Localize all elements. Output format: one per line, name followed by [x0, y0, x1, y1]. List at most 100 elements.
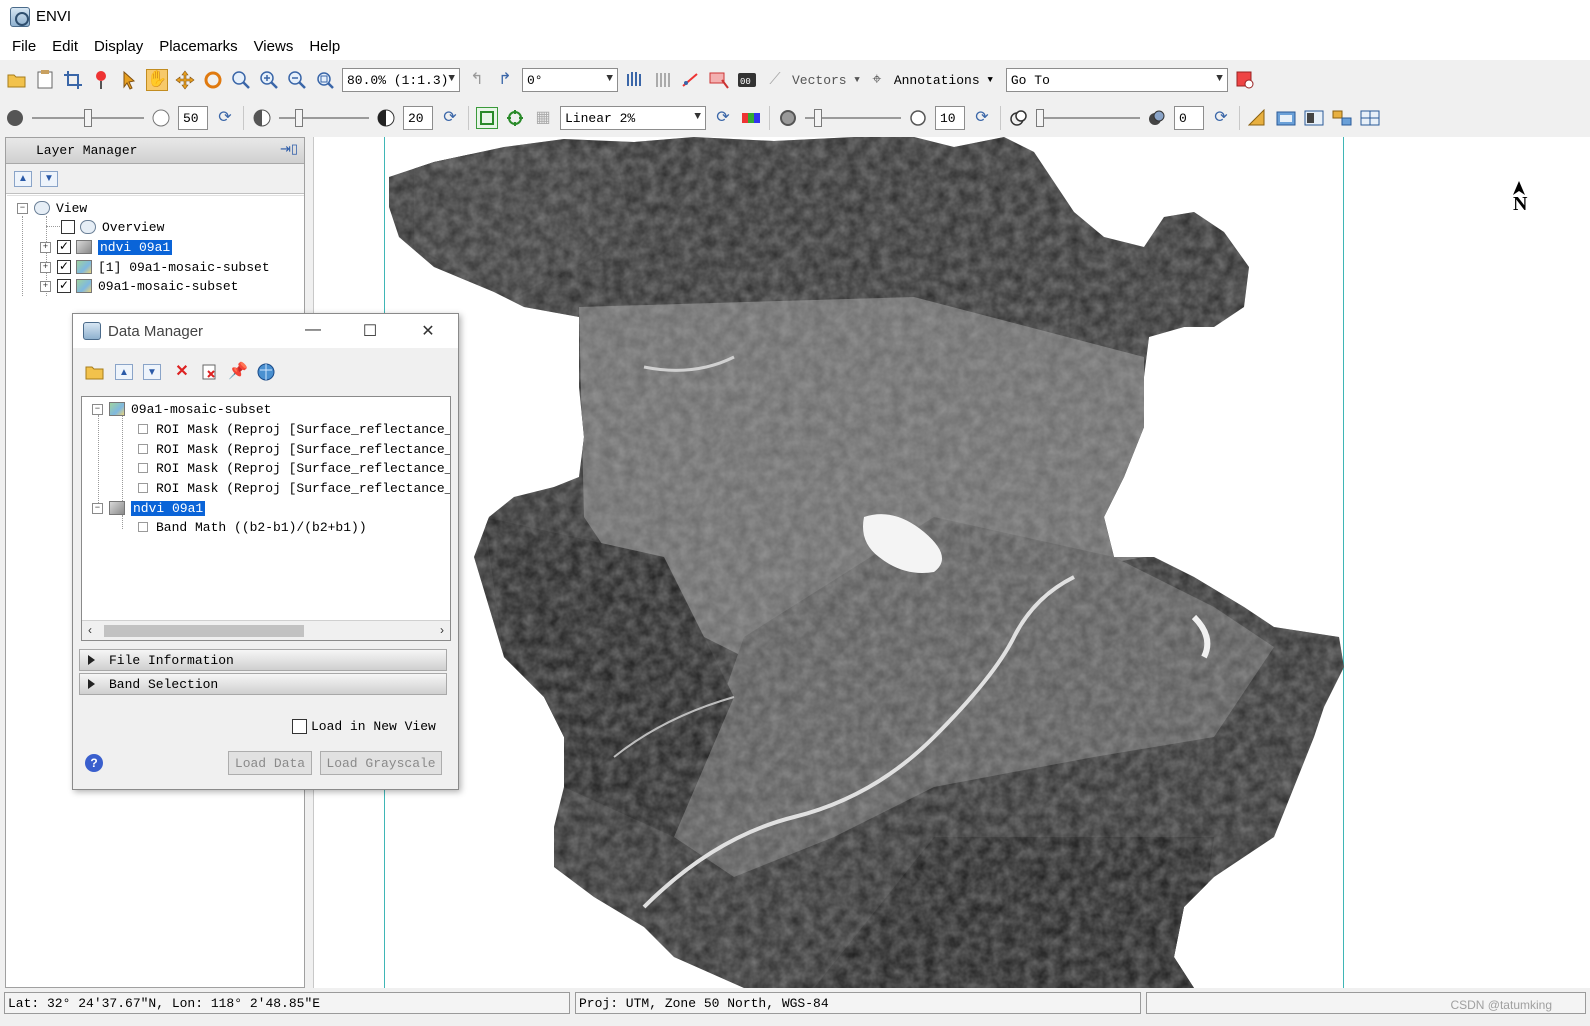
stretch-view-icon[interactable] [476, 107, 498, 129]
data-node-mosaic[interactable]: − 09a1-mosaic-subset [92, 399, 271, 419]
band-checkbox[interactable] [138, 424, 148, 434]
menu-edit[interactable]: Edit [44, 38, 86, 55]
vectors-dropdown[interactable]: Vectors ▼ [792, 73, 860, 88]
close-view-icon[interactable] [1234, 69, 1256, 91]
annotations-icon[interactable]: ⌖ [866, 69, 888, 91]
reset-icon[interactable]: ⟳ [214, 107, 236, 129]
help-icon[interactable]: ? [85, 754, 103, 772]
layer-checkbox[interactable]: ✓ [57, 260, 71, 274]
collapse-icon[interactable]: − [17, 202, 28, 214]
rotate-right-icon[interactable]: ↱ [494, 69, 516, 91]
layer-checkbox[interactable] [61, 220, 75, 234]
maximize-icon[interactable]: ☐ [350, 321, 390, 341]
expand-icon[interactable]: + [40, 261, 51, 273]
brightness-slider[interactable] [32, 107, 144, 129]
transparency-value[interactable]: 0 [1174, 106, 1204, 130]
reset-icon[interactable]: ⟳ [712, 107, 734, 129]
transparency-slider[interactable] [1036, 107, 1140, 129]
brightness-value[interactable]: 50 [178, 106, 208, 130]
zoom-out-icon[interactable] [286, 69, 308, 91]
image-view[interactable]: N [313, 137, 1590, 988]
crop-icon[interactable] [62, 69, 84, 91]
ndvi-raster-image[interactable] [314, 137, 1590, 988]
rotate-icon[interactable] [202, 69, 224, 91]
menu-views[interactable]: Views [246, 38, 302, 55]
reset-icon[interactable]: ⟳ [971, 107, 993, 129]
minimize-icon[interactable]: — [293, 321, 333, 339]
roi-icon[interactable] [680, 69, 702, 91]
zoom-combo[interactable]: 80.0% (1:1.3) ▼ [342, 68, 460, 92]
portal-icon[interactable] [624, 69, 646, 91]
layer-row-ndvi[interactable]: + ✓ ndvi 09a1 [40, 237, 173, 257]
rotate-left-icon[interactable]: ↰ [466, 69, 488, 91]
close-all-files-icon[interactable] [199, 361, 221, 383]
band-checkbox[interactable] [138, 483, 148, 493]
band-selection-section[interactable]: Band Selection [79, 673, 447, 695]
open-folder-icon[interactable] [6, 69, 28, 91]
goto-combo[interactable]: Go To ▼ [1005, 68, 1228, 92]
select-arrow-icon[interactable] [118, 69, 140, 91]
layer-checkbox[interactable]: ✓ [57, 279, 71, 293]
layer-row-mosaic[interactable]: + ✓ 09a1-mosaic-subset [40, 276, 238, 296]
contrast-slider[interactable] [279, 107, 369, 129]
data-node-roi-mask[interactable]: ROI Mask (Reproj [Surface_reflectance_f [138, 439, 450, 459]
layer-checkbox[interactable]: ✓ [57, 240, 71, 254]
fly-icon[interactable] [174, 69, 196, 91]
collapse-all-icon[interactable]: ▼ [143, 364, 161, 380]
load-data-button[interactable]: Load Data [228, 751, 312, 775]
layer-row-mosaic-1[interactable]: + ✓ [1] 09a1-mosaic-subset [40, 257, 270, 277]
collapse-icon[interactable]: − [92, 502, 103, 514]
move-down-icon[interactable]: ▼ [40, 170, 58, 187]
tree-node-view[interactable]: − View [17, 198, 87, 218]
collapse-icon[interactable]: − [92, 403, 103, 415]
pan-hand-icon[interactable]: ✋ [146, 69, 168, 91]
ruler-icon[interactable] [1247, 107, 1269, 129]
image-export-icon[interactable] [1275, 107, 1297, 129]
horizontal-scrollbar[interactable]: ‹ › [82, 620, 450, 640]
zoom-icon[interactable] [230, 69, 252, 91]
menu-display[interactable]: Display [86, 38, 151, 55]
layer-row-overview[interactable]: Overview [61, 217, 164, 237]
band-checkbox[interactable] [138, 444, 148, 454]
reset-icon[interactable]: ⟳ [439, 107, 461, 129]
stretch-combo[interactable]: Linear 2% ▼ [560, 106, 706, 130]
data-node-band-math[interactable]: Band Math ((b2-b1)/(b2+b1)) [138, 517, 367, 537]
slider-thumb[interactable] [295, 109, 303, 127]
menu-file[interactable]: File [4, 38, 44, 55]
menu-placemarks[interactable]: Placemarks [151, 38, 245, 55]
rotation-combo[interactable]: 0° ▼ [522, 68, 618, 92]
zoom-full-icon[interactable] [314, 69, 336, 91]
data-node-ndvi[interactable]: − ndvi 09a1 [92, 498, 206, 518]
slider-thumb[interactable] [84, 109, 92, 127]
band-checkbox[interactable] [138, 463, 148, 473]
annotations-dropdown[interactable]: Annotations ▼ [894, 73, 993, 88]
data-node-roi-mask[interactable]: ROI Mask (Reproj [Surface_reflectance_f [138, 478, 450, 498]
pin-panel-icon[interactable]: ⇥▯ [280, 142, 298, 158]
multi-view-icon[interactable] [1331, 107, 1353, 129]
checkbox-box[interactable] [292, 719, 307, 734]
open-folder-icon[interactable] [84, 361, 106, 383]
load-grayscale-button[interactable]: Load Grayscale [320, 751, 442, 775]
view-grid-icon[interactable] [1359, 107, 1381, 129]
globe-icon[interactable] [255, 361, 277, 383]
counter-icon[interactable]: 00 [736, 69, 758, 91]
data-manager-icon[interactable] [34, 69, 56, 91]
color-table-icon[interactable] [740, 107, 762, 129]
slider-thumb[interactable] [814, 109, 822, 127]
slider-thumb[interactable] [1036, 109, 1044, 127]
close-icon[interactable]: ✕ [408, 321, 448, 341]
roi-tool-icon[interactable] [708, 69, 730, 91]
pin-icon[interactable]: 📌 [227, 361, 249, 383]
data-node-roi-mask[interactable]: ROI Mask (Reproj [Surface_reflectance_f [138, 458, 450, 478]
zoom-in-icon[interactable] [258, 69, 280, 91]
sharpen-slider[interactable] [805, 107, 901, 129]
stretch-data-icon[interactable]: ▦ [532, 107, 554, 129]
move-up-icon[interactable]: ▲ [14, 170, 32, 187]
vectors-icon[interactable]: ⟋ [764, 69, 786, 91]
file-information-section[interactable]: File Information [79, 649, 447, 671]
reset-icon[interactable]: ⟳ [1210, 107, 1232, 129]
stretch-full-icon[interactable] [504, 107, 526, 129]
expand-icon[interactable]: + [40, 241, 51, 253]
menu-help[interactable]: Help [301, 38, 348, 55]
band-checkbox[interactable] [138, 522, 148, 532]
